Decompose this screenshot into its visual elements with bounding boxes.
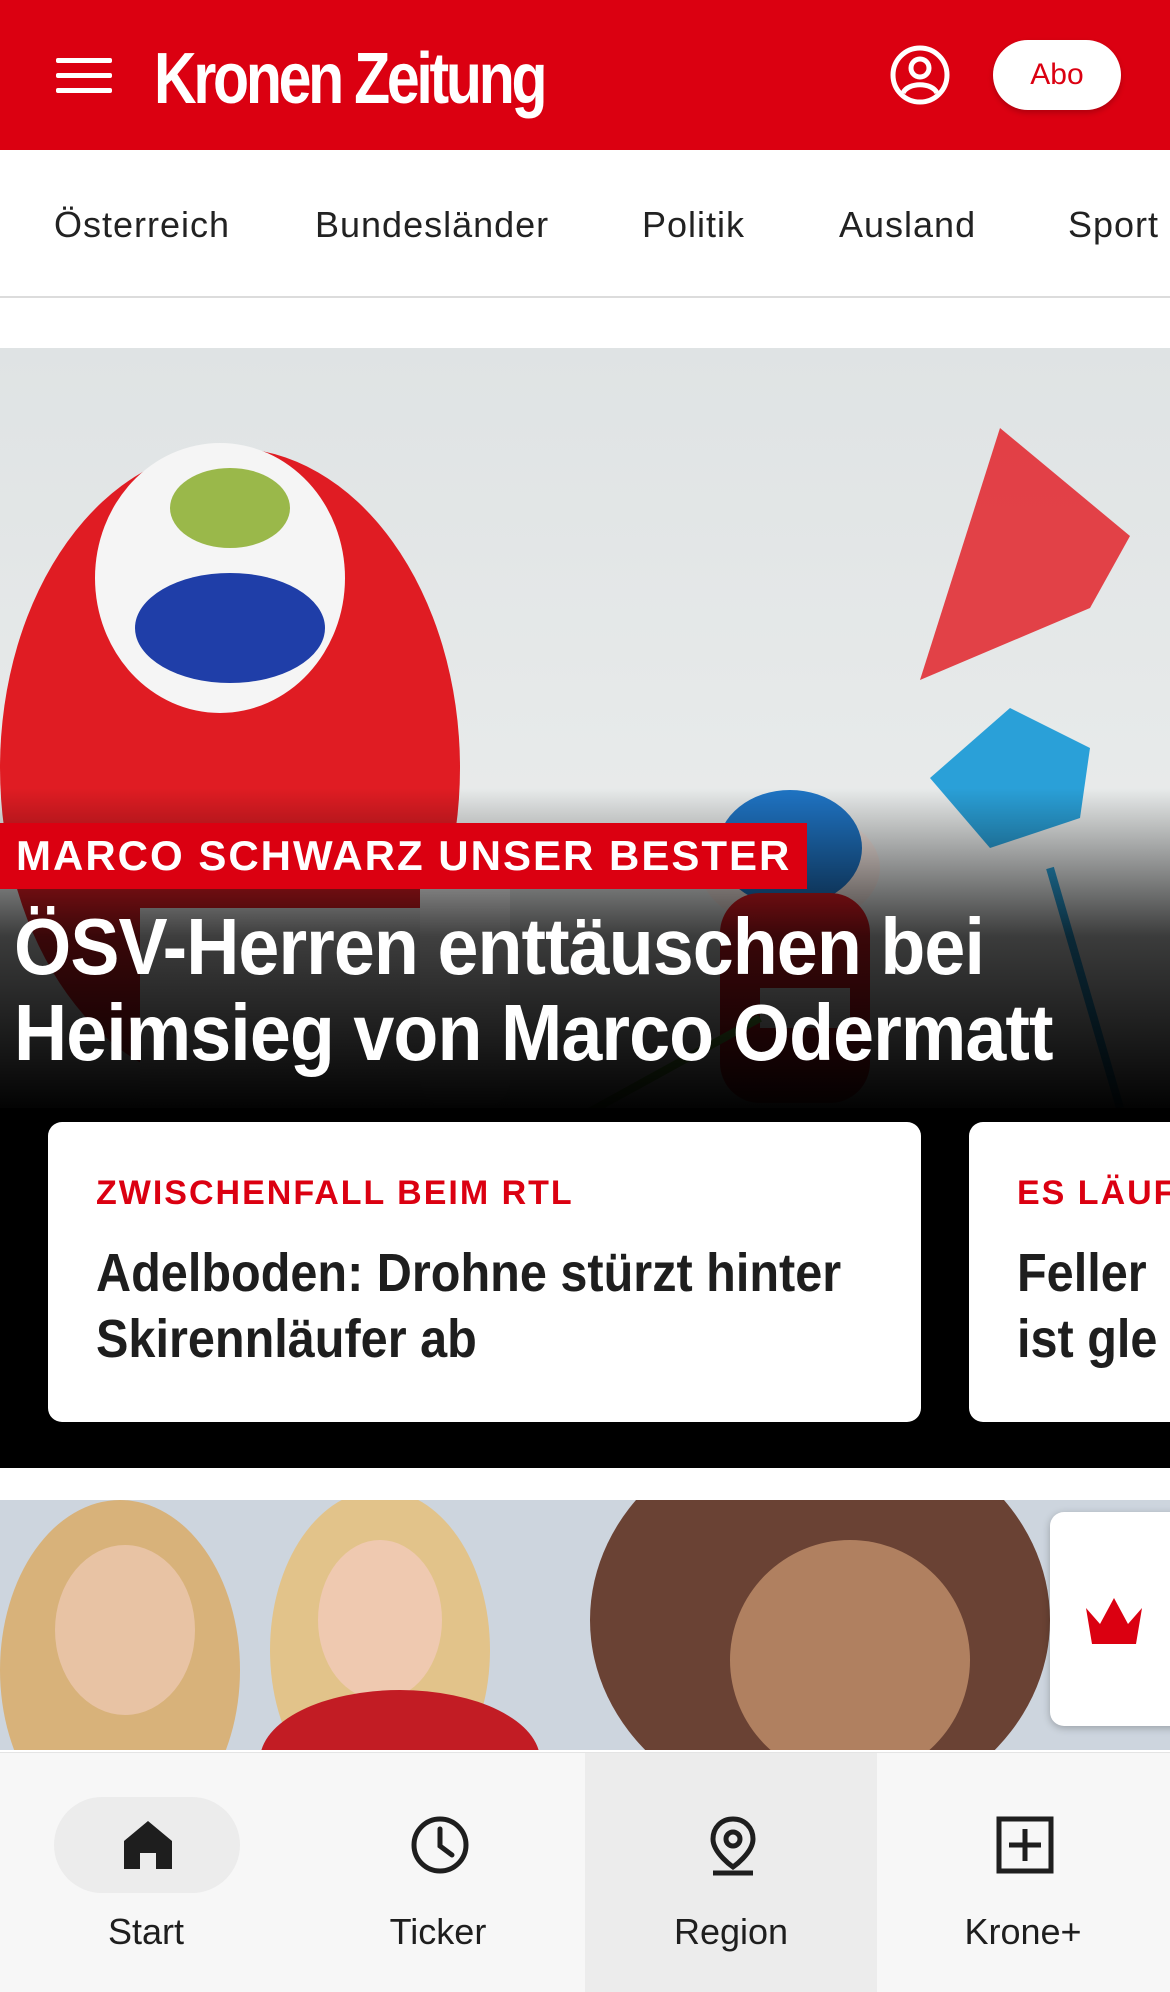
tab-label: Region	[673, 1911, 789, 1952]
category-sport[interactable]: Sport	[1068, 204, 1159, 246]
tab-start[interactable]: Start	[0, 1753, 292, 1992]
top-app-bar: Kronen Zeitung Abo	[0, 0, 1170, 150]
card-title: Feller ist gle	[1017, 1243, 1158, 1369]
krone-plus-tile[interactable]	[1050, 1512, 1170, 1726]
account-icon[interactable]	[889, 44, 951, 106]
home-icon	[124, 1821, 172, 1869]
tab-ticker[interactable]: Ticker	[292, 1753, 584, 1992]
teaser-image[interactable]	[0, 1500, 1170, 1750]
tab-label: Krone+	[964, 1911, 1082, 1952]
category-oesterreich[interactable]: Österreich	[54, 204, 230, 246]
hero-headline[interactable]: ÖSV-Herren enttäuschen bei Heimsieg von …	[14, 904, 1063, 1076]
category-ausland[interactable]: Ausland	[839, 204, 976, 246]
tab-region[interactable]: Region	[585, 1753, 877, 1992]
logo[interactable]: Kronen Zeitung	[154, 34, 548, 124]
hero-section: MARCO SCHWARZ UNSER BESTER ÖSV-Herren en…	[0, 348, 1170, 1468]
hero-kicker[interactable]: MARCO SCHWARZ UNSER BESTER	[0, 823, 808, 889]
card-kicker: ZWISCHENFALL BEIM RTL	[96, 1174, 574, 1212]
abo-button[interactable]: Abo	[993, 40, 1121, 110]
crown-icon	[1086, 1598, 1142, 1644]
tab-label: Ticker	[389, 1911, 487, 1952]
category-nav: Österreich Bundesländer Politik Ausland …	[0, 150, 1170, 298]
tab-krone-plus[interactable]: Krone+	[877, 1753, 1169, 1992]
article-card[interactable]: ZWISCHENFALL BEIM RTL Adelboden: Drohne …	[48, 1122, 921, 1422]
menu-icon[interactable]	[56, 58, 112, 94]
clock-icon	[411, 1816, 469, 1874]
card-title: Adelboden: Drohne stürzt hinter Skirennl…	[96, 1243, 842, 1369]
tab-label: Start	[107, 1911, 185, 1952]
card-kicker: ES LÄUF	[1017, 1174, 1170, 1212]
location-pin-icon	[710, 1816, 756, 1876]
bottom-navigation: Start Ticker Region Krone+	[0, 1752, 1170, 1992]
category-politik[interactable]: Politik	[642, 204, 745, 246]
category-bundeslaender[interactable]: Bundesländer	[315, 204, 549, 246]
plus-box-icon	[996, 1816, 1054, 1874]
article-card[interactable]: ES LÄUF Feller ist gle	[969, 1122, 1170, 1422]
